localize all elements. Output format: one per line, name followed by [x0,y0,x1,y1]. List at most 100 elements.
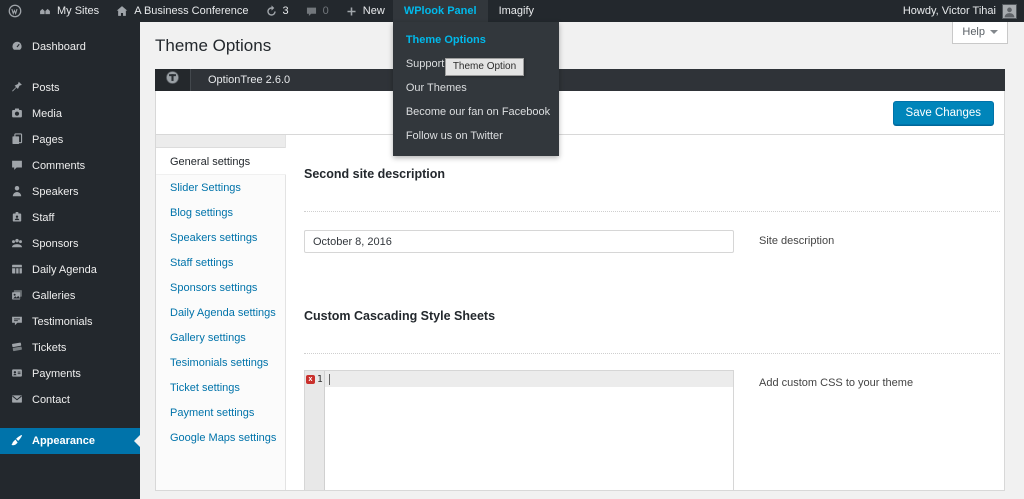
imagify-menu[interactable]: Imagify [488,0,545,22]
site-description-input[interactable] [304,230,734,253]
plus-icon [345,5,358,18]
tab-gallery-settings[interactable]: Gallery settings [156,325,285,350]
optiontree-version-label: OptionTree 2.6.0 [208,74,291,86]
main-content-area: Help Theme Options OptionTree 2.6.0 Save… [140,22,1024,499]
site-name-menu[interactable]: A Business Conference [107,0,256,22]
help-tab-button[interactable]: Help [952,22,1008,44]
custom-css-field-row: x 1 Add custom CSS to your theme [304,370,1004,490]
new-label: New [362,5,385,17]
sidebar-item-tickets[interactable]: Tickets [0,335,140,361]
theme-option-tooltip: Theme Option [444,58,525,76]
tab-daily-agenda-settings[interactable]: Daily Agenda settings [156,300,285,325]
wplook-panel-dropdown: Theme Options Support Our Themes Become … [392,22,559,156]
settings-tab-list: General settings Slider Settings Blog se… [156,135,286,490]
updates-menu[interactable]: 3 [257,0,297,22]
sidebar-label: Posts [32,82,60,94]
sidebar-label: Daily Agenda [32,264,97,276]
schedule-grid-icon [10,262,24,279]
editor-gutter-line-1: x 1 [305,371,324,387]
dashboard-icon [10,39,24,56]
section-heading-custom-css: Custom Cascading Style Sheets [304,309,496,323]
id-badge-icon [10,210,24,227]
sidebar-item-speakers[interactable]: Speakers [0,179,140,205]
sidebar-separator [0,413,140,428]
sidebar-item-testimonials[interactable]: Testimonials [0,309,140,335]
sidebar-item-payments[interactable]: Payments [0,361,140,387]
wplook-panel-menu-wrap: WPlook Panel Theme Options Support Our T… [392,0,559,156]
tab-sponsors-settings[interactable]: Sponsors settings [156,275,285,300]
wplook-panel-label: WPlook Panel [403,5,477,17]
css-code-editor[interactable]: x 1 [304,370,734,490]
help-label: Help [962,26,985,38]
sidebar-item-dashboard[interactable]: Dashboard [0,34,140,60]
sidebar-item-appearance[interactable]: Appearance [0,428,140,454]
sidebar-label: Testimonials [32,316,93,328]
submenu-facebook[interactable]: Become our fan on Facebook [393,100,559,124]
tab-general-settings[interactable]: General settings [156,148,286,175]
payment-card-icon [10,366,24,383]
dotted-divider [304,211,1000,212]
tab-speakers-settings[interactable]: Speakers settings [156,225,285,250]
settings-body: General settings Slider Settings Blog se… [155,135,1005,491]
sidebar-label: Speakers [32,186,79,198]
sidebar-item-media[interactable]: Media [0,101,140,127]
tab-staff-settings[interactable]: Staff settings [156,250,285,275]
sidebar-item-daily-agenda[interactable]: Daily Agenda [0,257,140,283]
sidebar-item-staff[interactable]: Staff [0,205,140,231]
sidebar-label: Sponsors [32,238,79,250]
section-heading-site-description: Second site description [304,167,446,181]
update-count: 3 [282,5,289,17]
text-caret [329,373,330,385]
comments-menu[interactable]: 0 [297,0,337,22]
tab-payment-settings[interactable]: Payment settings [156,400,285,425]
my-sites-menu[interactable]: My Sites [30,0,107,22]
sidebar-label: Payments [32,368,81,380]
envelope-icon [10,392,24,409]
wordpress-logo-button[interactable] [0,0,30,22]
save-changes-button[interactable]: Save Changes [892,100,994,125]
dotted-divider [304,353,1000,354]
updates-icon [265,4,278,18]
sidebar-label: Tickets [32,342,67,354]
site-name-label: A Business Conference [134,5,249,17]
submenu-theme-options[interactable]: Theme Options [393,28,559,52]
sidebar-item-pages[interactable]: Pages [0,127,140,153]
custom-css-help-text: Add custom CSS to your theme [759,377,914,389]
tab-blog-settings[interactable]: Blog settings [156,200,285,225]
my-sites-icon [38,4,52,18]
gallery-icon [10,288,24,305]
sidebar-label: Media [32,108,62,120]
sidebar-label: Pages [32,134,64,146]
howdy-text: Howdy, Victor Tihai [902,5,996,17]
sidebar-item-galleries[interactable]: Galleries [0,283,140,309]
sidebar-item-contact[interactable]: Contact [0,387,140,413]
pages-icon [10,132,24,149]
editor-code-area[interactable] [325,371,733,490]
settings-content: Second site description Site description… [286,135,1004,490]
tab-tesimonials-settings[interactable]: Tesimonials settings [156,350,285,375]
tab-ticket-settings[interactable]: Ticket settings [156,375,285,400]
sidebar-item-comments[interactable]: Comments [0,153,140,179]
actions-bar: Save Changes [155,91,1005,135]
optiontree-logo-box [155,69,191,91]
comment-count: 0 [322,5,329,17]
tab-slider-settings[interactable]: Slider Settings [156,175,285,200]
chevron-down-icon [990,30,998,34]
editor-active-line [325,371,733,387]
tab-google-maps-settings[interactable]: Google Maps settings [156,425,285,450]
wplook-panel-menu[interactable]: WPlook Panel [392,0,488,22]
new-content-menu[interactable]: New [337,0,393,22]
submenu-our-themes[interactable]: Our Themes [393,76,559,100]
wordpress-logo-icon [8,4,22,18]
group-icon [10,236,24,253]
sidebar-label: Comments [32,160,86,172]
paintbrush-icon [10,433,24,450]
sidebar-item-posts[interactable]: Posts [0,75,140,101]
admin-bar-account[interactable]: Howdy, Victor Tihai [903,0,1024,22]
page-title: Theme Options [155,36,272,55]
sidebar-item-sponsors[interactable]: Sponsors [0,231,140,257]
admin-bar: My Sites A Business Conference 3 0 New W… [0,0,1024,156]
submenu-twitter[interactable]: Follow us on Twitter [393,124,559,148]
editor-gutter: x 1 [305,371,325,490]
comments-icon [10,158,24,175]
